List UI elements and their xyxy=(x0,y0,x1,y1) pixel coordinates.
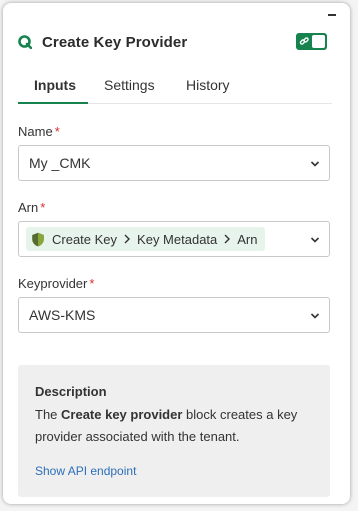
active-tab-indicator xyxy=(18,102,88,104)
name-label-text: Name xyxy=(18,124,53,139)
app-logo-icon xyxy=(18,35,32,49)
arn-label-text: Arn xyxy=(18,200,39,215)
toggle-knob xyxy=(312,35,325,48)
name-value: My _CMK xyxy=(29,155,91,171)
keyprovider-label: Keyprovider * xyxy=(18,276,94,291)
description-box: Description The Create key provider bloc… xyxy=(18,365,330,497)
chevron-right-icon xyxy=(124,234,131,244)
tab-bar: Inputs Settings History xyxy=(18,73,332,104)
description-text: The Create key provider block creates a … xyxy=(35,404,313,448)
arn-select[interactable]: Create Key Key Metadata Arn xyxy=(18,221,330,257)
description-text-start: The xyxy=(35,407,62,422)
tab-settings[interactable]: Settings xyxy=(104,77,155,93)
chevron-down-icon xyxy=(310,161,320,167)
description-title: Description xyxy=(35,384,107,399)
panel: Create Key Provider Inputs Settings Hist… xyxy=(3,3,350,504)
name-label: Name * xyxy=(18,124,60,139)
shield-icon xyxy=(32,232,44,246)
minimize-icon[interactable] xyxy=(328,14,336,16)
required-marker: * xyxy=(40,200,46,215)
enable-toggle[interactable] xyxy=(296,33,327,50)
arn-path-segment: Create Key xyxy=(52,231,118,247)
panel-title: Create Key Provider xyxy=(42,33,188,51)
required-marker: * xyxy=(89,276,95,291)
chevron-down-icon xyxy=(310,313,320,319)
required-marker: * xyxy=(54,124,60,139)
arn-path-segment: Key Metadata xyxy=(137,231,218,247)
description-block-name: Create key provider xyxy=(61,407,183,422)
link-icon xyxy=(299,37,309,45)
chevron-down-icon xyxy=(310,237,320,243)
arn-path-segment: Arn xyxy=(237,231,258,247)
keyprovider-value: AWS-KMS xyxy=(29,307,96,323)
keyprovider-label-text: Keyprovider xyxy=(18,276,88,291)
tab-history[interactable]: History xyxy=(186,77,230,93)
chevron-right-icon xyxy=(224,234,231,244)
tab-inputs[interactable]: Inputs xyxy=(34,77,76,93)
arn-path-chip[interactable]: Create Key Key Metadata Arn xyxy=(26,227,265,251)
keyprovider-select[interactable]: AWS-KMS xyxy=(18,297,330,333)
panel-header: Create Key Provider xyxy=(18,31,336,53)
arn-label: Arn * xyxy=(18,200,45,215)
name-select[interactable]: My _CMK xyxy=(18,145,330,181)
show-api-endpoint-link[interactable]: Show API endpoint xyxy=(35,464,313,478)
